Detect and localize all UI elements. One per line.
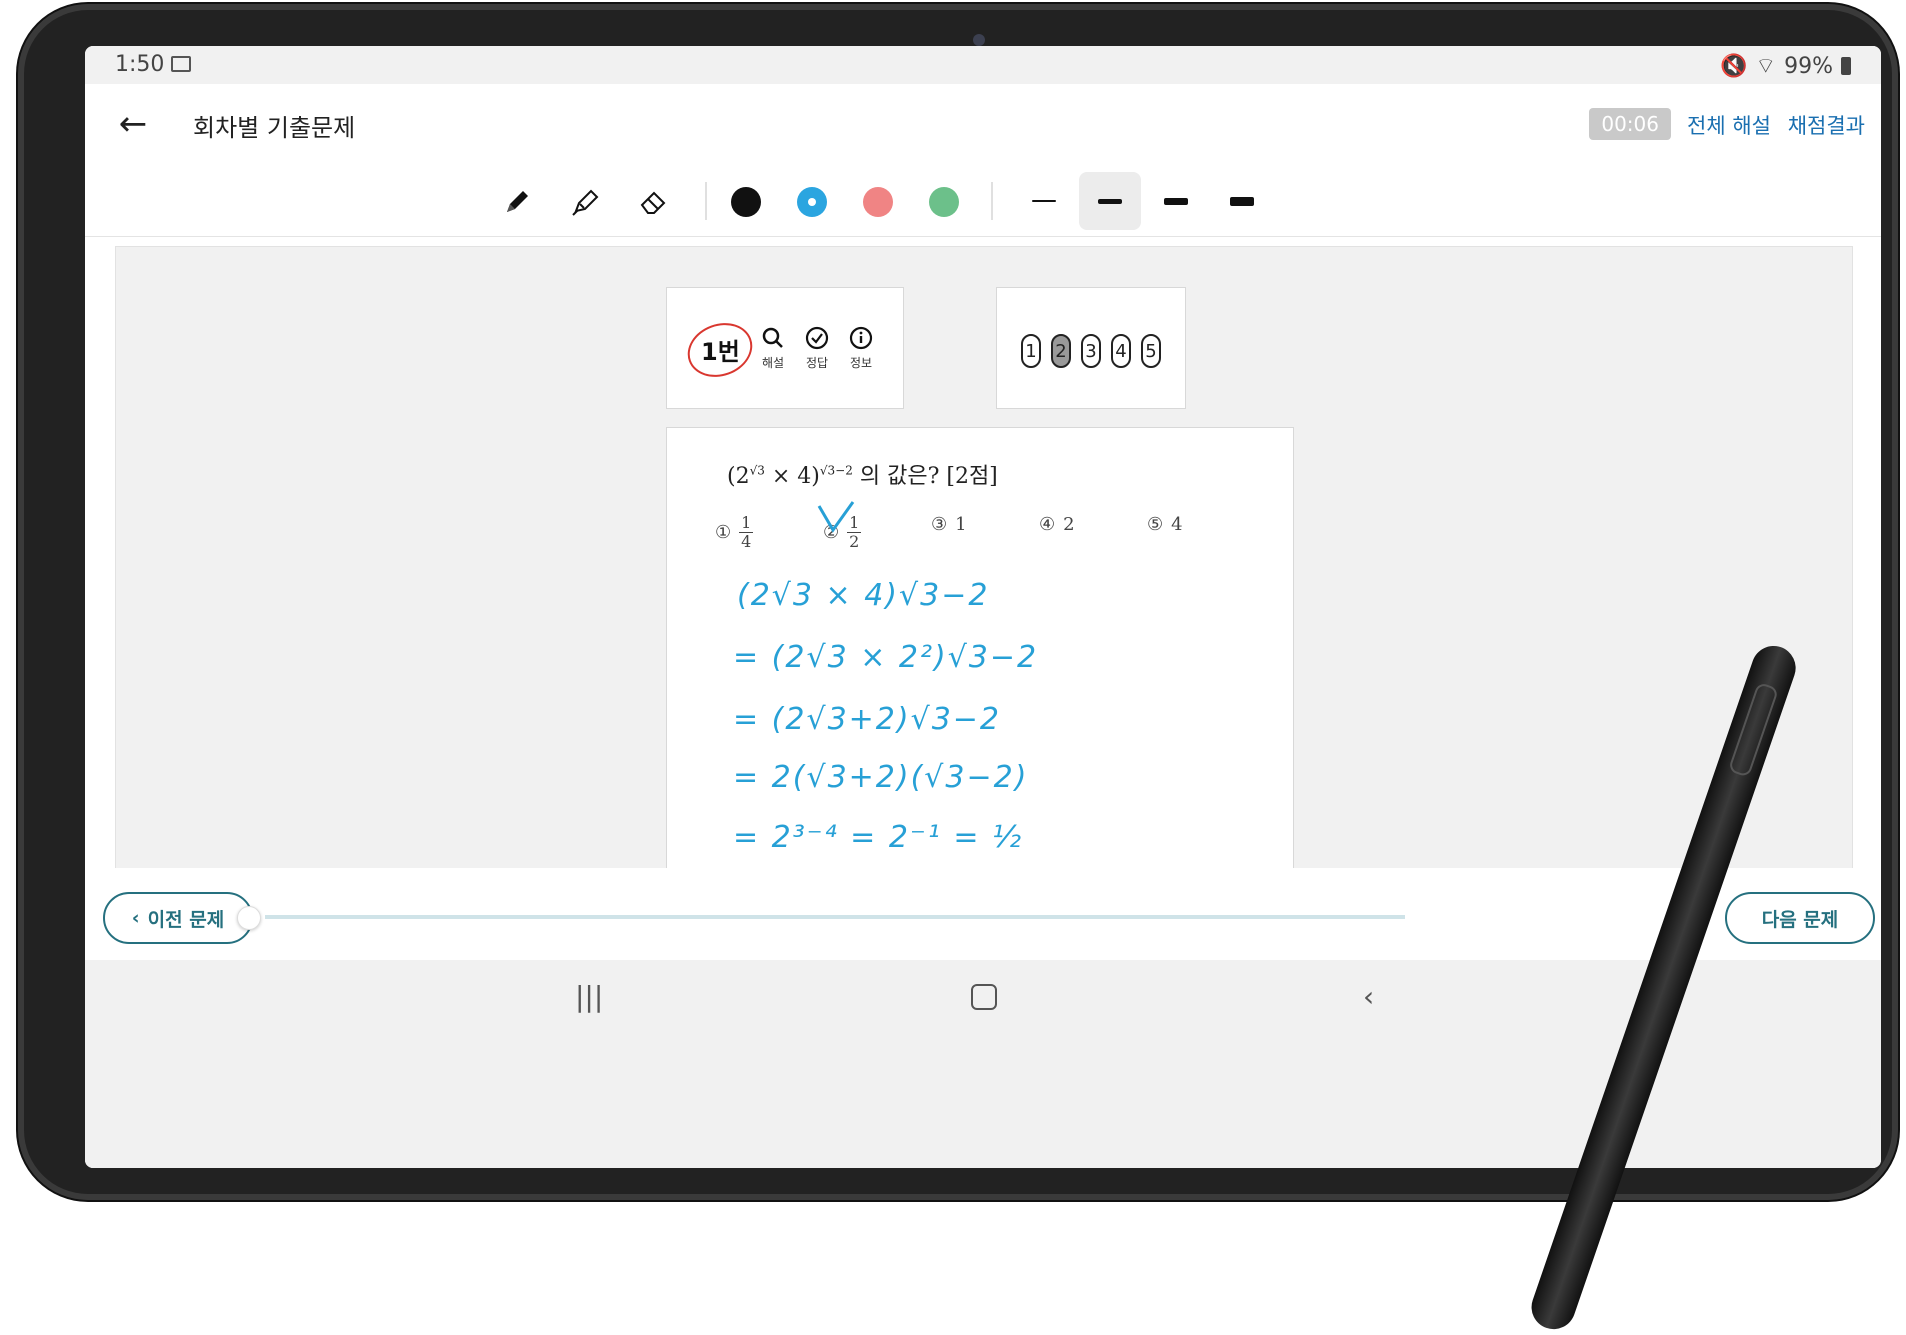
answer-option-5[interactable]: 5 (1141, 334, 1161, 368)
back-arrow-icon[interactable]: ← (113, 104, 153, 144)
choice-4-value: 2 (1063, 514, 1075, 535)
choice-1-fraction: 14 (739, 513, 754, 551)
info-button[interactable]: 정보 (841, 326, 881, 371)
answer-option-1[interactable]: 1 (1021, 334, 1041, 368)
eraser-icon[interactable] (631, 180, 675, 224)
handwriting-line-1: (2√3 × 4)√3−2 (737, 578, 990, 613)
toolbar-divider (705, 182, 707, 220)
choice-1[interactable]: ① 14 (715, 513, 754, 551)
gallery-notification-icon (171, 56, 191, 72)
question-stem: (2√3 × 4)√3−2 의 값은? [2점] (727, 458, 998, 490)
choice-5-value: 4 (1171, 514, 1183, 535)
question-expression: (2√3 × 4)√3−2 (727, 463, 853, 489)
thickness-2[interactable] (1079, 172, 1141, 230)
page-title: 회차별 기출문제 (193, 114, 356, 142)
status-right: 🔇 ⌔ 99% (1720, 52, 1851, 80)
thickness-3[interactable] (1145, 172, 1207, 230)
status-bar: 1:50 🔇 ⌔ 99% (85, 46, 1881, 84)
answer-option-2[interactable]: 2 (1051, 334, 1071, 368)
next-question-label: 다음 문제 (1761, 908, 1839, 931)
question-suffix: 의 값은? [2점] (859, 464, 998, 489)
tablet-frame: 1:50 🔇 ⌔ 99% ← 회차별 기출문제 00:06 전체 해설 채점결과 (18, 4, 1898, 1200)
handwriting-line-4: = 2(√3+2)(√3−2) (733, 760, 1029, 795)
problem-sheet[interactable]: (2√3 × 4)√3−2 의 값은? [2점] ① 14 ② 12 ③ 1 ④… (666, 427, 1294, 870)
explanation-button[interactable]: 해설 (753, 326, 793, 371)
app-header: ← 회차별 기출문제 00:06 전체 해설 채점결과 (85, 84, 1881, 167)
battery-text: 99% (1784, 53, 1833, 79)
chevron-left-icon: ‹ (131, 907, 140, 929)
choice-2[interactable]: ② 12 (817, 501, 862, 551)
check-circle-icon (805, 326, 829, 350)
highlighter-icon[interactable] (563, 180, 607, 224)
camera (973, 34, 985, 46)
handwriting-line-3: = (2√3+2)√3−2 (733, 702, 1002, 737)
status-time: 1:50 (115, 52, 165, 77)
progress-track[interactable] (265, 915, 1405, 919)
choice-5-mark: ⑤ (1147, 514, 1164, 535)
color-swatch-blue[interactable] (797, 187, 827, 217)
answer-option-4[interactable]: 4 (1111, 334, 1131, 368)
question-number: 1번 (701, 338, 740, 366)
thickness-1[interactable] (1013, 172, 1075, 230)
choice-4[interactable]: ④ 2 (1039, 514, 1075, 535)
prev-question-button[interactable]: ‹ 이전 문제 (103, 892, 253, 944)
answer-option-3[interactable]: 3 (1081, 334, 1101, 368)
prev-question-label: 이전 문제 (147, 908, 225, 931)
next-question-button[interactable]: 다음 문제 (1725, 892, 1875, 944)
screen: 1:50 🔇 ⌔ 99% ← 회차별 기출문제 00:06 전체 해설 채점결과 (85, 46, 1881, 1168)
choice-4-mark: ④ (1039, 514, 1056, 535)
explanation-label: 해설 (761, 356, 785, 370)
color-swatch-green[interactable] (929, 187, 959, 217)
selected-dot (808, 198, 816, 206)
choice-3-value: 1 (955, 514, 967, 535)
drawing-toolbar (85, 166, 1881, 237)
choice-3[interactable]: ③ 1 (931, 514, 967, 535)
question-tools-card: 1번 해설 정답 정보 (666, 287, 904, 409)
choice-5[interactable]: ⑤ 4 (1147, 514, 1183, 535)
handwriting-line-5: = 2³⁻⁴ = 2⁻¹ = ½ (733, 820, 1024, 855)
choice-1-mark: ① (715, 522, 732, 543)
handwriting-line-2: = (2√3 × 2²)√3−2 (733, 640, 1039, 675)
bottom-navigation: ‹ 이전 문제 다음 문제 (85, 868, 1881, 960)
wifi-icon: ⌔ (1755, 54, 1777, 79)
pen-icon[interactable] (495, 180, 539, 224)
all-explanations-link[interactable]: 전체 해설 (1687, 110, 1771, 140)
handwritten-check-mark (817, 501, 855, 533)
grading-results-link[interactable]: 채점결과 (1788, 110, 1865, 140)
recent-apps-icon[interactable]: ||| (575, 980, 603, 1013)
problem-area: 1번 해설 정답 정보 1 2 3 4 5 (2√3 × 4)√3−2 의 값은… (115, 246, 1853, 870)
answer-label: 정답 (805, 356, 829, 370)
info-icon (849, 326, 873, 350)
battery-icon (1841, 57, 1851, 75)
answer-button[interactable]: 정답 (797, 326, 837, 371)
home-icon[interactable] (971, 984, 997, 1010)
progress-slider-thumb[interactable] (237, 906, 261, 930)
color-swatch-red[interactable] (863, 187, 893, 217)
info-label: 정보 (849, 356, 873, 370)
choice-3-mark: ③ (931, 514, 948, 535)
mute-icon: 🔇 (1720, 53, 1748, 79)
color-swatch-black[interactable] (731, 187, 761, 217)
search-icon (762, 327, 783, 348)
answer-choice-card: 1 2 3 4 5 (996, 287, 1186, 409)
system-back-icon[interactable]: ‹ (1363, 980, 1374, 1013)
timer-badge: 00:06 (1589, 108, 1671, 140)
toolbar-divider (991, 182, 993, 220)
thickness-4[interactable] (1211, 172, 1273, 230)
